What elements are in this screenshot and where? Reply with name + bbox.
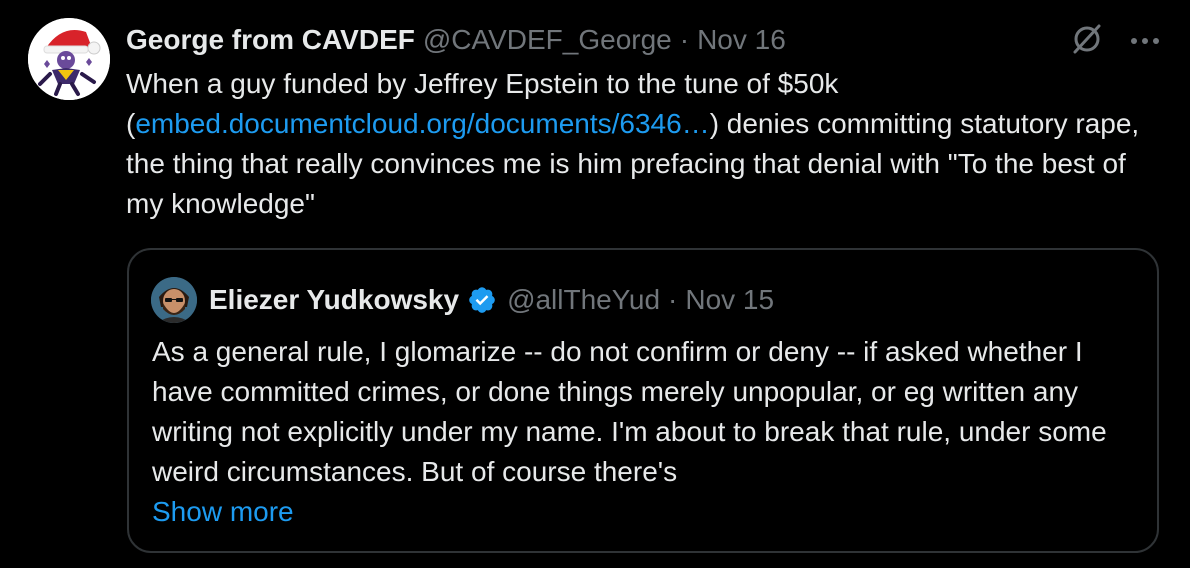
tweet-timestamp[interactable]: Nov 16 — [697, 24, 786, 56]
tweet-link[interactable]: embed.documentcloud.org/documents/6346… — [135, 108, 709, 139]
tweet[interactable]: George from CAVDEF @CAVDEF_George · Nov … — [0, 0, 1190, 568]
quote-author-avatar[interactable] — [151, 277, 197, 323]
quote-text: As a general rule, I glomarize -- do not… — [152, 336, 1107, 487]
quote-timestamp[interactable]: Nov 15 — [685, 284, 774, 316]
grok-icon[interactable] — [1070, 22, 1104, 61]
tweet-actions-top — [1070, 22, 1160, 61]
quote-author-handle[interactable]: @allTheYud — [507, 284, 660, 316]
author-display-name[interactable]: George from CAVDEF — [126, 24, 415, 56]
verified-badge-icon — [467, 285, 497, 315]
more-icon[interactable] — [1130, 33, 1160, 51]
header-separator: · — [679, 24, 690, 55]
tweet-text: When a guy funded by Jeffrey Epstein to … — [126, 64, 1146, 224]
author-handle[interactable]: @CAVDEF_George — [423, 24, 672, 56]
bearded-man-avatar-image — [151, 277, 197, 323]
quote-author-display-name[interactable]: Eliezer Yudkowsky — [209, 284, 459, 316]
quote-header-separator: · — [668, 284, 678, 315]
quote-tweet-card[interactable]: Eliezer Yudkowsky @allTheYud · Nov 15 As… — [127, 248, 1159, 553]
show-more-link[interactable]: Show more — [152, 492, 294, 532]
quote-header: Eliezer Yudkowsky @allTheYud · Nov 15 — [209, 280, 774, 320]
jester-avatar-image — [28, 18, 110, 100]
author-avatar[interactable] — [28, 18, 110, 100]
tweet-header: George from CAVDEF @CAVDEF_George · Nov … — [126, 22, 786, 58]
